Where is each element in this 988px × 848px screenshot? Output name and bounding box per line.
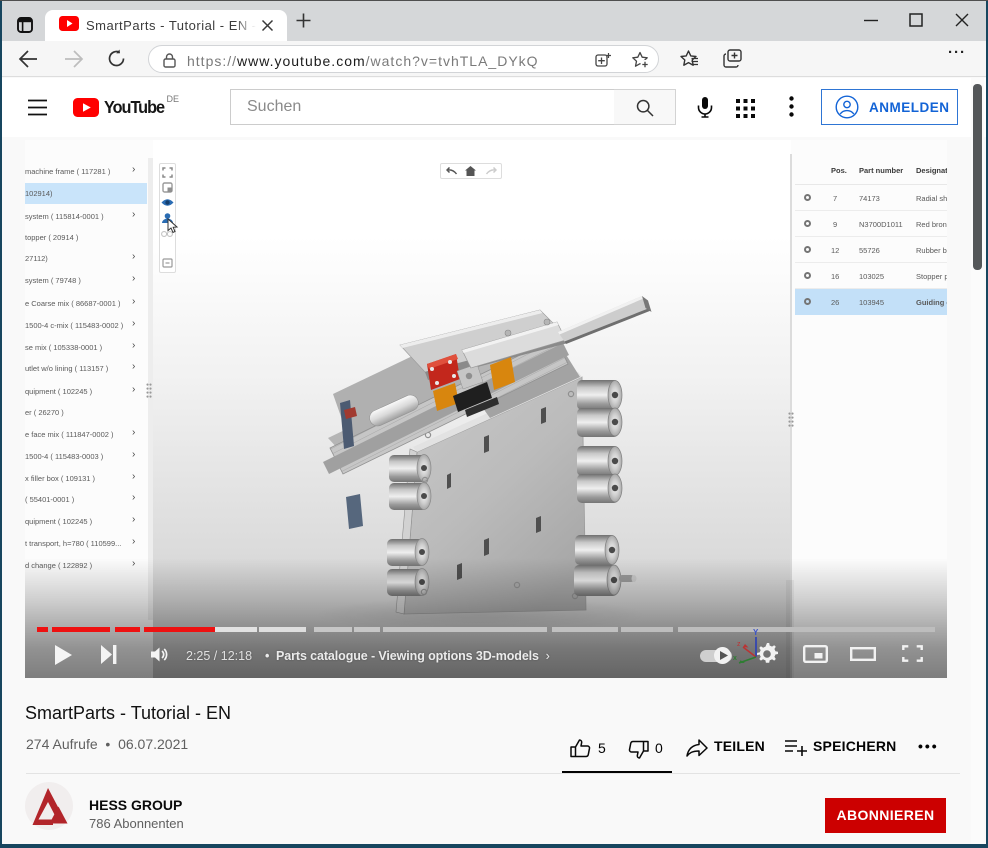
svg-text:x: x [733,655,737,662]
svg-text:Y: Y [753,628,759,637]
svg-text:z: z [737,641,741,648]
